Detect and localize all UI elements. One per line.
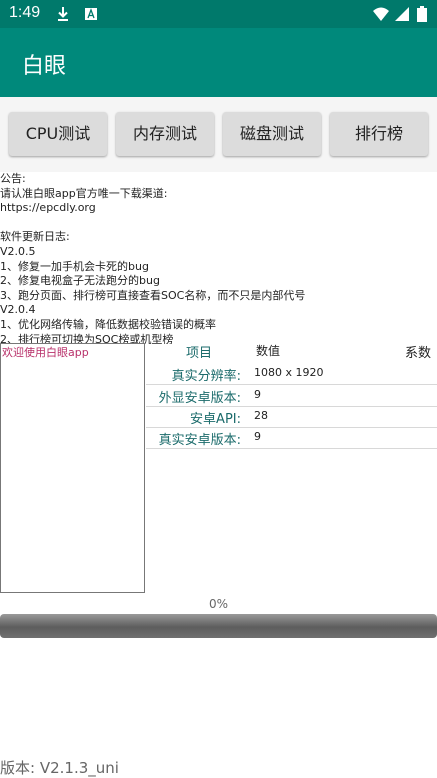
status-time: 1:49 <box>9 4 41 21</box>
table-row: 安卓API: 28 <box>146 406 437 428</box>
header-coefficient: 系数 <box>405 346 432 361</box>
log-box[interactable]: 欢迎使用白眼app <box>0 343 145 593</box>
notice-line <box>0 216 437 231</box>
signal-icon <box>395 7 409 21</box>
notice-line: 1、优化网络传输，降低数据校验错误的概率 <box>0 317 216 331</box>
row-label: 外显安卓版本: <box>158 391 241 406</box>
progress-label: 0% <box>208 597 229 611</box>
row-label: 安卓API: <box>190 412 241 427</box>
welcome-text: 欢迎使用白眼app <box>2 346 89 359</box>
header-item: 项目 <box>186 346 213 361</box>
notice-line: 公告: <box>0 172 26 185</box>
notice-line: 3、跑分页面、排行榜可直接查看SOC名称，而不只是内部代号 <box>0 288 306 302</box>
table-row: 真实安卓版本: 9 <box>146 427 437 449</box>
app-title: 白眼 <box>22 54 67 79</box>
a-letter-icon <box>85 8 97 20</box>
row-value: 9 <box>254 430 261 443</box>
row-label: 真实分辨率: <box>171 369 241 384</box>
row-label: 真实安卓版本: <box>158 433 241 448</box>
notice-line: V2.0.5 <box>0 244 36 258</box>
row-value: 1080 x 1920 <box>254 366 324 379</box>
ranking-button[interactable]: 排行榜 <box>330 112 428 156</box>
button-row: CPU测试 内存测试 磁盘测试 排行榜 <box>0 97 437 172</box>
notice-line: 请认准白眼app官方唯一下载渠道: <box>0 186 168 200</box>
notice-link[interactable]: https://epcdly.org <box>0 201 437 216</box>
notice-line: 2、修复电视盒子无法跑分的bug <box>0 274 160 288</box>
version-label: 版本: V2.1.3_uni <box>0 759 119 777</box>
download-icon <box>58 7 68 21</box>
notice-panel: 公告: 请认准白眼app官方唯一下载渠道: https://epcdly.org… <box>0 172 437 344</box>
battery-icon <box>417 6 427 22</box>
notice-line: V2.0.4 <box>0 303 36 317</box>
header-value: 数值 <box>256 344 281 358</box>
row-value: 28 <box>254 409 268 422</box>
status-bar: 1:49 <box>0 0 437 28</box>
notice-line: 软件更新日志: <box>0 230 70 244</box>
wifi-icon <box>373 7 389 21</box>
table-row: 真实分辨率: 1080 x 1920 <box>146 363 437 385</box>
notice-line: 1、修复一加手机会卡死的bug <box>0 259 149 273</box>
table-row: 外显安卓版本: 9 <box>146 385 437 407</box>
cpu-test-button[interactable]: CPU测试 <box>9 112 107 156</box>
app-bar: 白眼 <box>0 28 437 97</box>
progress-bar <box>0 614 437 638</box>
memory-test-button[interactable]: 内存测试 <box>116 112 214 156</box>
row-value: 9 <box>254 388 261 401</box>
disk-test-button[interactable]: 磁盘测试 <box>223 112 321 156</box>
